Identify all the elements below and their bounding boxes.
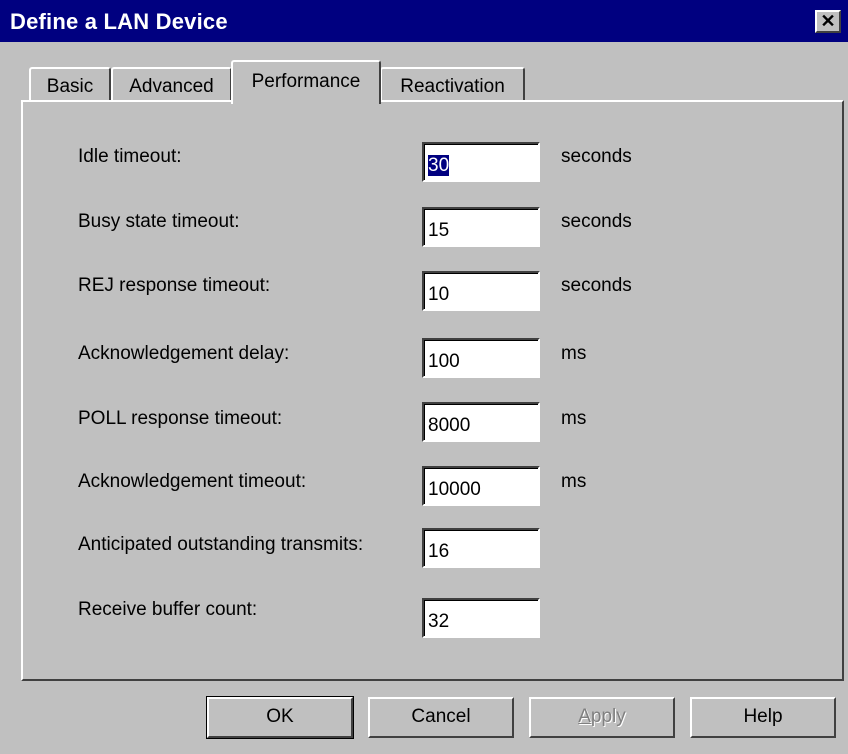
acknowledgement-delay-unit: ms	[561, 343, 587, 364]
cancel-button-label: Cancel	[411, 706, 471, 727]
anticipated-outstanding-transmits-label: Anticipated outstanding transmits:	[78, 534, 364, 555]
anticipated-outstanding-transmits-value: 16	[428, 541, 450, 562]
busy-state-timeout-label: Busy state timeout:	[78, 211, 240, 232]
tab-basic[interactable]: Basic	[29, 67, 111, 102]
tab-reactivation[interactable]: Reactivation	[380, 67, 525, 102]
acknowledgement-delay-label: Acknowledgement delay:	[78, 343, 290, 364]
busy-state-timeout-input[interactable]: 15	[422, 207, 540, 247]
idle-timeout-label: Idle timeout:	[78, 146, 182, 167]
ok-button[interactable]: OK	[206, 696, 354, 739]
close-button[interactable]: ✕	[815, 10, 841, 33]
title-bar: Define a LAN Device ✕	[0, 0, 848, 42]
tab-reactivation-label: Reactivation	[400, 76, 505, 97]
receive-buffer-count-label: Receive buffer count:	[78, 599, 258, 620]
idle-timeout-unit: seconds	[561, 146, 632, 167]
anticipated-outstanding-transmits-input[interactable]: 16	[422, 528, 540, 568]
tab-basic-label: Basic	[46, 76, 94, 97]
acknowledgement-timeout-unit: ms	[561, 471, 587, 492]
performance-panel: Idle timeout: 30 seconds Busy state time…	[21, 100, 844, 681]
cancel-button[interactable]: Cancel	[368, 697, 514, 738]
tab-advanced[interactable]: Advanced	[111, 67, 232, 102]
rej-response-timeout-input[interactable]: 10	[422, 271, 540, 311]
acknowledgement-timeout-input[interactable]: 10000	[422, 466, 540, 506]
acknowledgement-timeout-value: 10000	[428, 479, 481, 500]
poll-response-timeout-input[interactable]: 8000	[422, 402, 540, 442]
idle-timeout-input[interactable]: 30	[422, 142, 540, 182]
apply-button-label: pply	[590, 706, 626, 727]
tab-performance[interactable]: Performance	[231, 60, 381, 104]
window-title: Define a LAN Device	[10, 9, 228, 34]
help-button-label: Help	[743, 706, 783, 727]
busy-state-timeout-unit: seconds	[561, 211, 632, 232]
receive-buffer-count-input[interactable]: 32	[422, 598, 540, 638]
apply-button[interactable]: Apply	[529, 697, 675, 738]
receive-buffer-count-value: 32	[428, 611, 450, 632]
acknowledgement-delay-input[interactable]: 100	[422, 338, 540, 378]
help-button[interactable]: Help	[690, 697, 836, 738]
poll-response-timeout-unit: ms	[561, 408, 587, 429]
idle-timeout-value: 30	[428, 155, 450, 176]
close-icon: ✕	[820, 11, 836, 31]
busy-state-timeout-value: 15	[428, 220, 450, 241]
acknowledgement-delay-value: 100	[428, 351, 460, 372]
acknowledgement-timeout-label: Acknowledgement timeout:	[78, 471, 307, 492]
ok-button-label: OK	[266, 706, 294, 727]
rej-response-timeout-value: 10	[428, 284, 450, 305]
poll-response-timeout-value: 8000	[428, 415, 471, 436]
rej-response-timeout-unit: seconds	[561, 275, 632, 296]
rej-response-timeout-label: REJ response timeout:	[78, 275, 271, 296]
tab-advanced-label: Advanced	[129, 76, 214, 97]
tab-performance-label: Performance	[251, 71, 361, 92]
poll-response-timeout-label: POLL response timeout:	[78, 408, 283, 429]
apply-button-mnemonic: A	[578, 706, 591, 727]
